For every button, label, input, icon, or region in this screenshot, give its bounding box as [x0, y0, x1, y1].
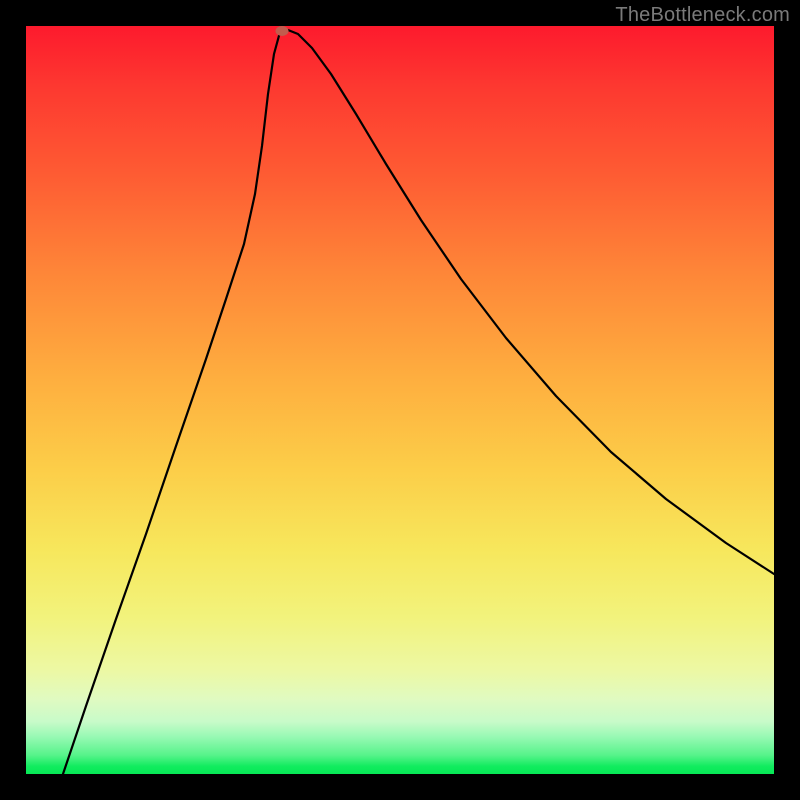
plot-area [26, 26, 774, 774]
watermark-text: TheBottleneck.com [615, 4, 790, 27]
current-config-marker [276, 26, 289, 36]
bottleneck-curve [26, 26, 774, 774]
chart-frame: TheBottleneck.com [0, 0, 800, 800]
